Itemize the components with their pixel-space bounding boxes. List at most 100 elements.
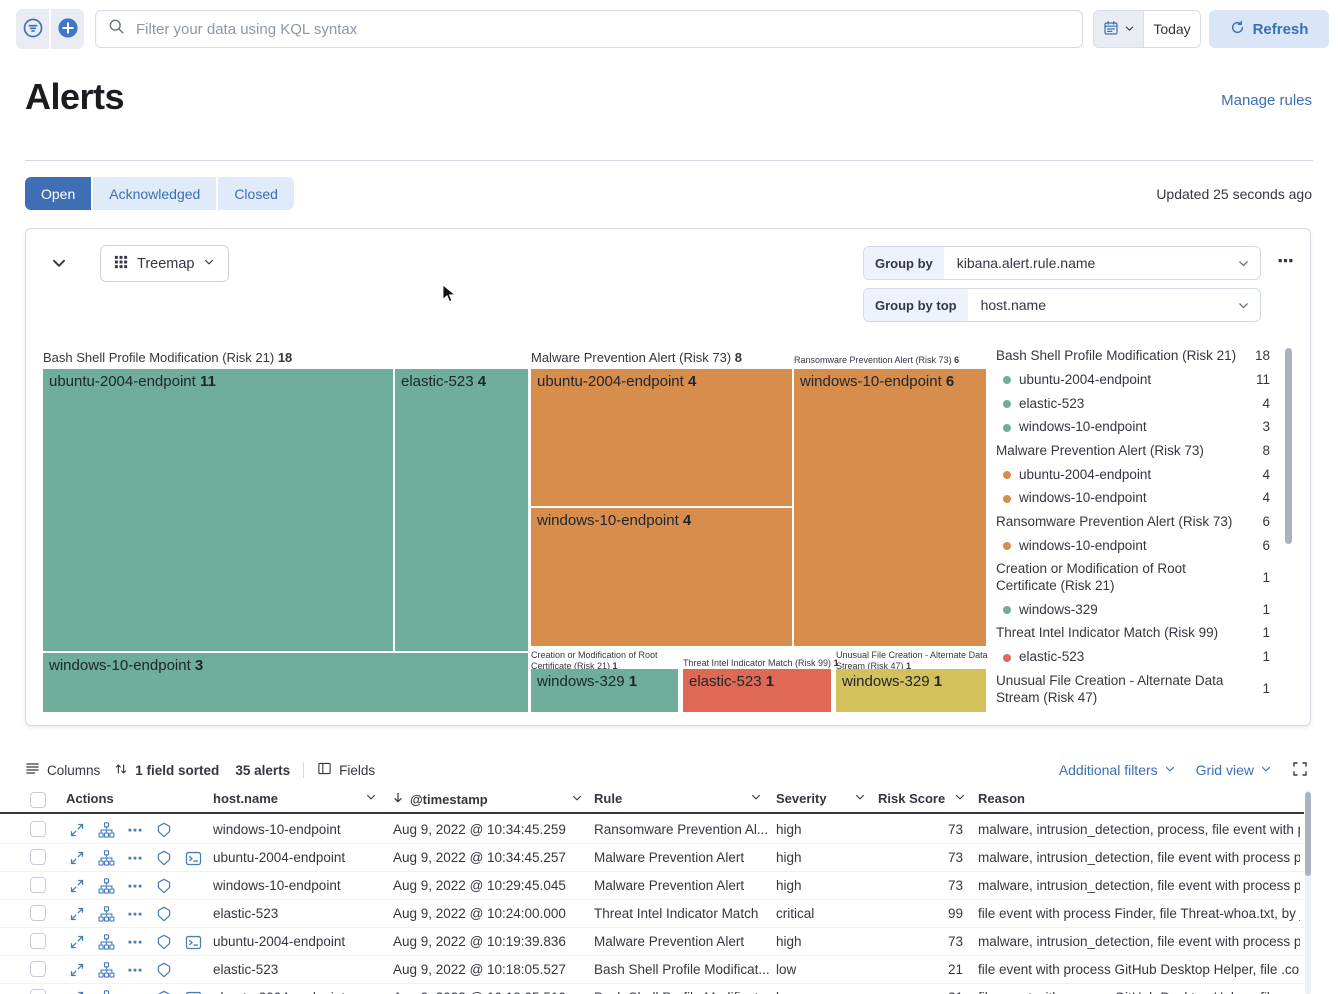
- column-header-reason[interactable]: Reason: [978, 791, 1098, 806]
- alert-table-row[interactable]: windows-10-endpointAug 9, 2022 @ 10:29:4…: [0, 872, 1304, 900]
- legend-item-row[interactable]: ubuntu-2004-endpoint11: [996, 369, 1270, 393]
- analyze-event-icon[interactable]: [97, 877, 115, 895]
- row-checkbox[interactable]: [30, 933, 46, 949]
- manage-rules-link[interactable]: Manage rules: [1221, 92, 1312, 109]
- treemap-tile[interactable]: elastic-523 1: [683, 669, 831, 712]
- more-actions-icon[interactable]: [126, 849, 144, 867]
- today-button[interactable]: Today: [1144, 11, 1200, 47]
- expand-alert-icon[interactable]: [68, 933, 86, 951]
- treemap-tile[interactable]: ubuntu-2004-endpoint 4: [531, 369, 792, 506]
- treemap-tile[interactable]: windows-10-endpoint 3: [43, 653, 528, 712]
- analyze-event-icon[interactable]: [97, 961, 115, 979]
- kql-search-input[interactable]: [134, 20, 1070, 39]
- analyze-event-icon[interactable]: [97, 849, 115, 867]
- treemap-tile[interactable]: windows-10-endpoint 6: [794, 369, 986, 646]
- chevron-down-icon[interactable]: [571, 792, 583, 807]
- more-actions-icon[interactable]: [126, 877, 144, 895]
- analyze-event-icon[interactable]: [97, 821, 115, 839]
- more-actions-icon[interactable]: [126, 961, 144, 979]
- more-actions-icon[interactable]: [126, 905, 144, 923]
- fullscreen-button[interactable]: [1292, 761, 1308, 780]
- tab-open[interactable]: Open: [25, 177, 91, 210]
- legend-count: 1: [1250, 681, 1270, 698]
- legend-item-row[interactable]: ubuntu-2004-endpoint4: [996, 463, 1270, 487]
- additional-filters-button[interactable]: Additional filters: [1059, 762, 1176, 778]
- add-to-timeline-icon[interactable]: [155, 933, 173, 951]
- columns-button[interactable]: Columns: [25, 761, 100, 779]
- legend-item-row[interactable]: elastic-5234: [996, 392, 1270, 416]
- more-actions-icon[interactable]: [126, 821, 144, 839]
- tab-closed[interactable]: Closed: [218, 177, 294, 210]
- table-toolbar-right: Additional filters Grid view: [1059, 756, 1308, 784]
- updated-text: Updated 25 seconds ago: [1156, 186, 1312, 202]
- column-header-timestamp[interactable]: @timestamp: [391, 791, 583, 808]
- column-header-severity[interactable]: Severity: [776, 791, 866, 806]
- date-picker-button[interactable]: [1094, 11, 1144, 47]
- table-scrollbar[interactable]: [1305, 792, 1311, 876]
- legend-item-row[interactable]: windows-10-endpoint4: [996, 487, 1270, 511]
- fields-button[interactable]: Fields: [317, 761, 375, 779]
- row-checkbox[interactable]: [30, 989, 46, 994]
- cell-rule: Threat Intel Indicator Match: [594, 906, 758, 921]
- row-checkbox[interactable]: [30, 961, 46, 977]
- filter-sets-button[interactable]: [16, 9, 49, 49]
- chevron-down-icon[interactable]: [954, 791, 966, 806]
- expand-alert-icon[interactable]: [68, 849, 86, 867]
- expand-alert-icon[interactable]: [68, 961, 86, 979]
- row-checkbox[interactable]: [30, 821, 46, 837]
- legend-item-row[interactable]: windows-10-endpoint3: [996, 416, 1270, 440]
- add-to-timeline-icon[interactable]: [155, 849, 173, 867]
- session-view-icon[interactable]: [184, 849, 202, 867]
- expand-alert-icon[interactable]: [68, 821, 86, 839]
- table-toolbar-left: Columns 1 field sorted 35 alerts Fields: [25, 756, 375, 784]
- legend-label: elastic-523: [1019, 649, 1250, 666]
- add-to-timeline-icon[interactable]: [155, 961, 173, 979]
- alert-table-row[interactable]: elastic-523Aug 9, 2022 @ 10:24:00.000Thr…: [0, 900, 1304, 928]
- expand-alert-icon[interactable]: [68, 905, 86, 923]
- more-actions-icon[interactable]: [126, 989, 144, 994]
- treemap-tile[interactable]: elastic-523 4: [395, 369, 528, 651]
- row-checkbox[interactable]: [30, 849, 46, 865]
- chevron-down-icon[interactable]: [750, 791, 762, 806]
- cell-timestamp: Aug 9, 2022 @ 10:18:05.527: [393, 962, 566, 977]
- alert-table-row[interactable]: ubuntu-2004-endpointAug 9, 2022 @ 10:19:…: [0, 928, 1304, 956]
- topbar-button-group: [16, 9, 84, 49]
- treemap-tile[interactable]: windows-329 1: [836, 669, 986, 712]
- kql-search-bar[interactable]: [95, 10, 1083, 48]
- refresh-button[interactable]: Refresh: [1209, 10, 1329, 48]
- add-to-timeline-icon[interactable]: [155, 989, 173, 994]
- session-view-icon[interactable]: [184, 989, 202, 994]
- add-to-timeline-icon[interactable]: [155, 877, 173, 895]
- expand-alert-icon[interactable]: [68, 877, 86, 895]
- add-filter-button[interactable]: [51, 9, 84, 49]
- row-checkbox[interactable]: [30, 877, 46, 893]
- treemap-tile[interactable]: windows-10-endpoint 4: [531, 508, 792, 646]
- column-header-rule[interactable]: Rule: [594, 791, 762, 806]
- analyze-event-icon[interactable]: [97, 905, 115, 923]
- column-header-risk-score[interactable]: Risk Score: [878, 791, 966, 806]
- session-view-icon[interactable]: [184, 933, 202, 951]
- legend-item-row[interactable]: windows-10-endpoint6: [996, 534, 1270, 558]
- treemap-tile[interactable]: windows-329 1: [531, 669, 678, 712]
- grid-view-button[interactable]: Grid view: [1196, 762, 1272, 778]
- add-to-timeline-icon[interactable]: [155, 821, 173, 839]
- legend-item-row[interactable]: elastic-5231: [996, 646, 1270, 670]
- alert-table-row[interactable]: ubuntu-2004-endpointAug 9, 2022 @ 10:34:…: [0, 844, 1304, 872]
- expand-alert-icon[interactable]: [68, 989, 86, 994]
- chevron-down-icon[interactable]: [365, 791, 377, 806]
- analyze-event-icon[interactable]: [97, 933, 115, 951]
- alert-table-row[interactable]: windows-10-endpointAug 9, 2022 @ 10:34:4…: [0, 816, 1304, 844]
- sorted-fields-button[interactable]: 1 field sorted: [114, 762, 219, 779]
- row-checkbox[interactable]: [30, 905, 46, 921]
- more-actions-icon[interactable]: [126, 933, 144, 951]
- alert-table-row[interactable]: ubuntu-2004-endpointAug 9, 2022 @ 10:18:…: [0, 984, 1304, 994]
- column-header-host-name[interactable]: host.name: [213, 791, 377, 806]
- add-to-timeline-icon[interactable]: [155, 905, 173, 923]
- treemap-tile[interactable]: ubuntu-2004-endpoint 11: [43, 369, 393, 651]
- analyze-event-icon[interactable]: [97, 989, 115, 994]
- alert-table-row[interactable]: elastic-523Aug 9, 2022 @ 10:18:05.527Bas…: [0, 956, 1304, 984]
- legend-scrollbar[interactable]: [1285, 348, 1292, 544]
- tab-acknowledged[interactable]: Acknowledged: [93, 177, 216, 210]
- chevron-down-icon[interactable]: [854, 791, 866, 806]
- legend-item-row[interactable]: windows-3291: [996, 598, 1270, 622]
